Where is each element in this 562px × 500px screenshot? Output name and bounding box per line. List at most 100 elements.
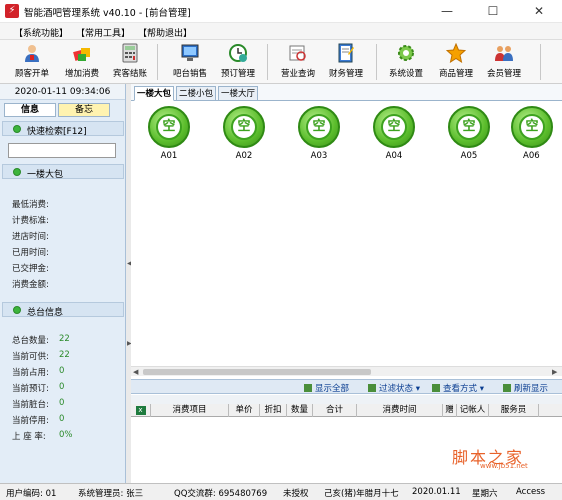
- table-tile[interactable]: 空 A02: [214, 106, 274, 166]
- col-recorder[interactable]: 记帐人: [457, 404, 489, 417]
- table-status-icon: 空: [511, 106, 553, 148]
- refresh-button[interactable]: 刷新显示: [503, 382, 548, 394]
- add-consume-button[interactable]: 增加消费: [60, 42, 104, 82]
- calculator-icon: [122, 43, 138, 63]
- scroll-left-icon[interactable]: ◀: [133, 367, 138, 377]
- available-value: 22: [59, 350, 70, 360]
- table-label: A03: [310, 151, 328, 161]
- dirty-label: 当前脏台:: [12, 400, 49, 410]
- info-panel: 2020-01-11 09:34:06 信息 备忘 快速检索[F12] 一楼大包…: [0, 84, 126, 483]
- table-label: A01: [160, 151, 178, 161]
- summary-header[interactable]: 总台信息: [2, 302, 124, 318]
- menu-common-tools[interactable]: 【常用工具】: [76, 26, 130, 39]
- view-mode-button[interactable]: 查看方式 ▾: [432, 382, 484, 394]
- elapsed-time-label: 已用时间:: [12, 248, 49, 258]
- members-icon: [495, 46, 513, 61]
- room-info-header[interactable]: 一楼大包: [2, 164, 124, 180]
- occupied-label: 当前占用:: [12, 368, 49, 378]
- table-tile[interactable]: 空 A03: [289, 106, 349, 166]
- col-item[interactable]: 消费项目: [151, 404, 229, 417]
- toolbar-separator: [267, 44, 268, 80]
- goods-manage-button[interactable]: 商品管理: [434, 42, 478, 82]
- magnifier-icon: [289, 45, 306, 61]
- notebook-icon: [338, 43, 354, 63]
- customer-open-button[interactable]: 顾客开单: [10, 42, 54, 82]
- toolbar: 顾客开单 增加消费 宾客结账 吧台销售 预订管理 营业查询 财务管理 系统设置 …: [0, 40, 562, 84]
- col-gift[interactable]: 赠: [443, 404, 457, 417]
- excel-export-icon[interactable]: x: [131, 404, 151, 417]
- deposit-paid-label: 已交押金:: [12, 264, 49, 274]
- col-waiter[interactable]: 服务员: [489, 404, 539, 417]
- col-price[interactable]: 单价: [229, 404, 260, 417]
- horizontal-scrollbar[interactable]: ◀ ▶: [131, 366, 562, 376]
- available-label: 当前可供:: [12, 352, 49, 362]
- business-query-button[interactable]: 营业查询: [276, 42, 320, 82]
- main-area: 一楼大包 二楼小包 一楼大厅 空 A01 空 A02 空 A03 空 A04 空…: [131, 84, 562, 483]
- current-date: 2020.01.11: [412, 487, 461, 497]
- toolbar-separator: [157, 44, 158, 80]
- menu-help-exit[interactable]: 【帮助退出】: [138, 26, 192, 39]
- current-datetime: 2020-01-11 09:34:06: [0, 84, 125, 100]
- table-status-icon: 空: [448, 106, 490, 148]
- col-discount[interactable]: 折扣: [260, 404, 287, 417]
- table-tile[interactable]: 空 A05: [439, 106, 499, 166]
- star-icon: [446, 43, 466, 63]
- tab-floor1-hall[interactable]: 一楼大厅: [218, 86, 258, 101]
- consume-amount-label: 消费金额:: [12, 280, 49, 290]
- show-all-button[interactable]: 显示全部: [304, 382, 349, 394]
- toolbar-separator: [376, 44, 377, 80]
- checkin-time-label: 进店时间:: [12, 232, 49, 242]
- col-quantity[interactable]: 数量: [287, 404, 313, 417]
- table-status-icon: 空: [148, 106, 190, 148]
- green-dot-icon: [13, 306, 21, 314]
- title-bar: ⚡ 智能酒吧管理系统 v40.10 - [前台管理] — ☐ ✕: [0, 0, 562, 23]
- clock-icon: [229, 44, 247, 62]
- tab-floor2-small[interactable]: 二楼小包: [176, 86, 216, 101]
- green-dot-icon: [13, 125, 21, 133]
- table-status-icon: 空: [373, 106, 415, 148]
- table-tile[interactable]: 空 A04: [364, 106, 424, 166]
- table-label: A05: [460, 151, 478, 161]
- horizontal-splitter[interactable]: [131, 395, 562, 404]
- tab-info[interactable]: 信息: [4, 103, 56, 117]
- user-code: 用户编码: 01: [6, 489, 57, 499]
- minimize-button[interactable]: —: [424, 0, 470, 23]
- col-time[interactable]: 消费时间: [357, 404, 443, 417]
- filter-status-button[interactable]: 过滤状态 ▾: [368, 382, 420, 394]
- action-bar: 显示全部 过滤状态 ▾ 查看方式 ▾ 刷新显示: [131, 379, 562, 394]
- operator-name: 系统管理员: 张三: [78, 489, 144, 499]
- scroll-right-icon[interactable]: ▶: [552, 367, 557, 377]
- member-manage-button[interactable]: 会员管理: [482, 42, 526, 82]
- grid-header: x 消费项目 单价 折扣 数量 合计 消费时间 赠 记帐人 服务员: [131, 404, 562, 417]
- col-total[interactable]: 合计: [313, 404, 357, 417]
- table-tile[interactable]: 空 A01: [139, 106, 199, 166]
- occupancy-rate-value: 0%: [59, 430, 73, 440]
- table-status-icon: 空: [298, 106, 340, 148]
- booking-manage-button[interactable]: 预订管理: [216, 42, 260, 82]
- quick-search-input[interactable]: [8, 143, 116, 158]
- occupied-value: 0: [59, 366, 65, 376]
- table-label: A06: [523, 151, 540, 161]
- scroll-thumb[interactable]: [143, 369, 371, 375]
- finance-manage-button[interactable]: 财务管理: [324, 42, 368, 82]
- checkout-button[interactable]: 宾客结账: [108, 42, 152, 82]
- total-tables-value: 22: [59, 334, 70, 344]
- customer-icon: [25, 45, 39, 62]
- system-settings-button[interactable]: 系统设置: [384, 42, 428, 82]
- disabled-value: 0: [59, 414, 65, 424]
- table-tile[interactable]: 空 A06: [511, 106, 562, 166]
- watermark-url: www.jb51.net: [480, 462, 528, 470]
- filter-icon: [368, 384, 376, 392]
- tab-memo[interactable]: 备忘: [58, 103, 110, 117]
- green-dot-icon: [13, 168, 21, 176]
- close-button[interactable]: ✕: [516, 0, 562, 23]
- weekday: 星期六: [472, 489, 498, 499]
- menu-system-functions[interactable]: 【系统功能】: [14, 26, 68, 39]
- tab-floor1-large[interactable]: 一楼大包: [134, 86, 174, 101]
- bar-sales-button[interactable]: 吧台销售: [168, 42, 212, 82]
- status-bar: 用户编码: 01 系统管理员: 张三 QQ交流群: 695480769 未授权 …: [0, 483, 562, 500]
- monitor-icon: [181, 44, 199, 61]
- maximize-button[interactable]: ☐: [470, 0, 516, 23]
- quick-search-header[interactable]: 快速检索[F12]: [2, 121, 124, 137]
- table-grid: 空 A01 空 A02 空 A03 空 A04 空 A05 空 A06: [131, 101, 562, 376]
